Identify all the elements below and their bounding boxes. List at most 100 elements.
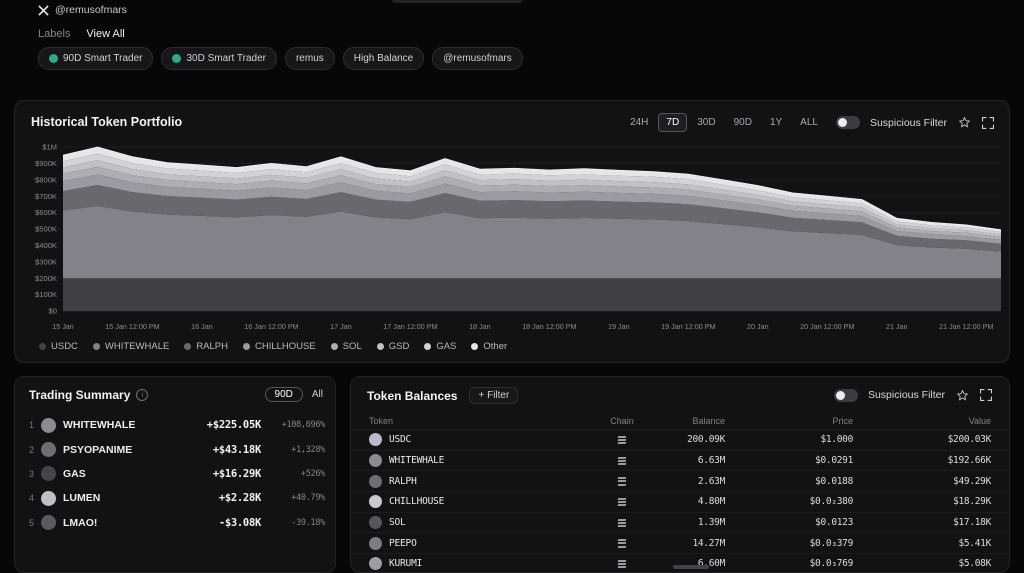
suspicious-filter-toggle[interactable] bbox=[835, 116, 860, 129]
table-row[interactable]: PEEPO 14.27M $0.0₃379 $5.41K bbox=[351, 532, 1009, 553]
portfolio-stacked-area-chart[interactable]: $0 $100K $200K $300K $400K $500K $600K $700K $80… bbox=[15, 137, 1009, 337]
price-cell: $0.0188 bbox=[815, 475, 853, 487]
trading-row[interactable]: 2 PSYOPANIME +$43.18K +1,328% bbox=[29, 437, 325, 461]
legend-item[interactable]: SOL bbox=[330, 341, 362, 352]
token-pnl-value: +$2.28K bbox=[218, 492, 261, 505]
range-button-24h[interactable]: 24H bbox=[622, 113, 656, 132]
table-row[interactable]: CHILLHOUSE 4.80M $0.0₂380 $18.29K bbox=[351, 491, 1009, 512]
legend-item[interactable]: USDC bbox=[39, 341, 78, 352]
table-row[interactable]: KURUMI 6.60M $0.0₃769 $5.08K bbox=[351, 553, 1009, 572]
range-button-1y[interactable]: 1Y bbox=[762, 113, 790, 132]
label-chip[interactable]: remus bbox=[284, 47, 335, 70]
legend-item[interactable]: RALPH bbox=[184, 341, 228, 352]
legend-label: GAS bbox=[436, 341, 457, 352]
svg-text:17 Jan 12:00 PM: 17 Jan 12:00 PM bbox=[383, 322, 437, 331]
table-row[interactable]: WHITEWHALE 6.63M $0.0291 $192.66K bbox=[351, 449, 1009, 471]
legend-label: WHITEWHALE bbox=[104, 341, 170, 352]
balances-suspicious-filter-label: Suspicious Filter bbox=[867, 389, 945, 401]
column-header-balance[interactable]: Balance bbox=[657, 416, 725, 426]
trading-rank: 3 bbox=[29, 468, 35, 479]
svg-text:$600K: $600K bbox=[35, 208, 57, 217]
column-header-chain[interactable]: Chain bbox=[587, 416, 657, 426]
column-header-value[interactable]: Value bbox=[853, 416, 991, 426]
token-name: RALPH bbox=[389, 475, 417, 487]
table-row[interactable]: SOL 1.39M $0.0123 $17.18K bbox=[351, 511, 1009, 533]
filter-button[interactable]: + Filter bbox=[469, 387, 519, 404]
legend-item[interactable]: WHITEWHALE bbox=[92, 341, 170, 352]
price-cell: $0.0₃769 bbox=[809, 558, 854, 570]
svg-text:21 Jan: 21 Jan bbox=[886, 322, 908, 331]
solana-chain-icon bbox=[617, 498, 627, 506]
trading-summary-panel: Trading Summary i 90D All 1 WHITEWHALE +$2… bbox=[14, 376, 336, 573]
svg-text:21 Jan 12:00 PM: 21 Jan 12:00 PM bbox=[939, 322, 993, 331]
favorite-star-icon[interactable] bbox=[955, 388, 969, 402]
value-cell: $5.41K bbox=[958, 537, 991, 549]
expand-icon[interactable] bbox=[981, 116, 995, 130]
svg-text:$1M: $1M bbox=[42, 143, 57, 152]
expand-icon[interactable] bbox=[979, 388, 993, 402]
token-pnl-value: +$43.18K bbox=[212, 443, 261, 456]
value-cell: $5.08K bbox=[958, 558, 991, 570]
svg-text:17 Jan: 17 Jan bbox=[330, 322, 352, 331]
twitter-handle[interactable]: @remusofmars bbox=[55, 4, 127, 16]
balance-cell: 1.39M bbox=[697, 517, 725, 529]
legend-dot bbox=[184, 343, 192, 350]
token-balances-table: Token Chain Balance Price Value USDC 200.… bbox=[351, 413, 1009, 572]
horizontal-scrollbar-handle[interactable] bbox=[673, 565, 709, 569]
legend-item[interactable]: CHILLHOUSE bbox=[243, 341, 316, 352]
legend-item[interactable]: GAS bbox=[424, 341, 456, 352]
token-pnl-percent: +40.79% bbox=[291, 493, 325, 504]
value-cell: $200.03K bbox=[947, 434, 992, 446]
range-button-7d[interactable]: 7D bbox=[658, 113, 688, 132]
solana-chain-icon bbox=[617, 435, 627, 444]
legend-item[interactable]: GSD bbox=[376, 341, 409, 352]
portfolio-title: Historical Token Portfolio bbox=[31, 115, 183, 129]
chain-cell bbox=[587, 435, 657, 444]
table-row[interactable]: USDC 200.09K $1.000 $200.03K bbox=[351, 429, 1009, 450]
trading-row[interactable]: 5 LMAO! -$3.08K -39.18% bbox=[29, 511, 325, 535]
balance-cell: 14.27M bbox=[692, 537, 725, 549]
trading-row[interactable]: 4 LUMEN +$2.28K +40.79% bbox=[29, 486, 325, 510]
chain-cell bbox=[587, 456, 657, 465]
token-name: USDC bbox=[389, 434, 412, 446]
token-icon bbox=[369, 474, 382, 488]
legend-item[interactable]: Other bbox=[471, 341, 507, 352]
trading-row[interactable]: 1 WHITEWHALE +$225.05K +108,696% bbox=[29, 413, 325, 437]
legend-dot bbox=[39, 343, 46, 350]
range-button-all[interactable]: ALL bbox=[792, 113, 826, 132]
balances-suspicious-filter-toggle[interactable] bbox=[833, 388, 858, 402]
token-balances-title: Token Balances bbox=[367, 388, 458, 403]
info-icon[interactable]: i bbox=[136, 389, 149, 401]
suspicious-filter-label: Suspicious Filter bbox=[869, 116, 947, 129]
price-cell: $0.0₃379 bbox=[809, 537, 854, 549]
value-cell: $192.66K bbox=[947, 455, 992, 467]
label-chip[interactable]: 90D Smart Trader bbox=[38, 47, 154, 70]
table-row[interactable]: RALPH 2.63M $0.0188 $49.29K bbox=[351, 470, 1009, 491]
legend-label: CHILLHOUSE bbox=[255, 341, 316, 352]
favorite-star-icon[interactable] bbox=[957, 116, 971, 130]
solana-chain-icon bbox=[617, 518, 627, 527]
label-chip-text: High Balance bbox=[353, 53, 414, 64]
label-chip[interactable]: 30D Smart Trader bbox=[161, 47, 277, 70]
range-button-30d[interactable]: 30D bbox=[689, 113, 723, 132]
label-chip[interactable]: High Balance bbox=[342, 47, 425, 70]
label-chip[interactable]: @remusofmars bbox=[432, 47, 523, 70]
area-series-usdc bbox=[63, 278, 1001, 311]
trading-row[interactable]: 3 GAS +$16.29K +526% bbox=[29, 462, 325, 486]
range-button-90d[interactable]: 90D bbox=[726, 113, 760, 132]
svg-text:$800K: $800K bbox=[35, 175, 57, 184]
view-all-link[interactable]: View All bbox=[86, 28, 124, 40]
token-cell: SOL bbox=[369, 516, 587, 530]
token-icon bbox=[369, 454, 382, 468]
svg-text:$900K: $900K bbox=[35, 159, 57, 168]
value-cell: $17.18K bbox=[953, 517, 991, 529]
price-cell: $0.0291 bbox=[815, 455, 853, 467]
svg-text:18 Jan: 18 Jan bbox=[469, 322, 491, 331]
trading-range-90d-button[interactable]: 90D bbox=[264, 387, 303, 402]
column-header-price[interactable]: Price bbox=[725, 416, 853, 426]
top-tab-sliver bbox=[392, 0, 522, 3]
trading-range-all-button[interactable]: All bbox=[312, 389, 323, 400]
column-header-token[interactable]: Token bbox=[369, 416, 587, 426]
svg-text:$0: $0 bbox=[49, 307, 57, 316]
balance-cell: 2.63M bbox=[697, 475, 725, 487]
